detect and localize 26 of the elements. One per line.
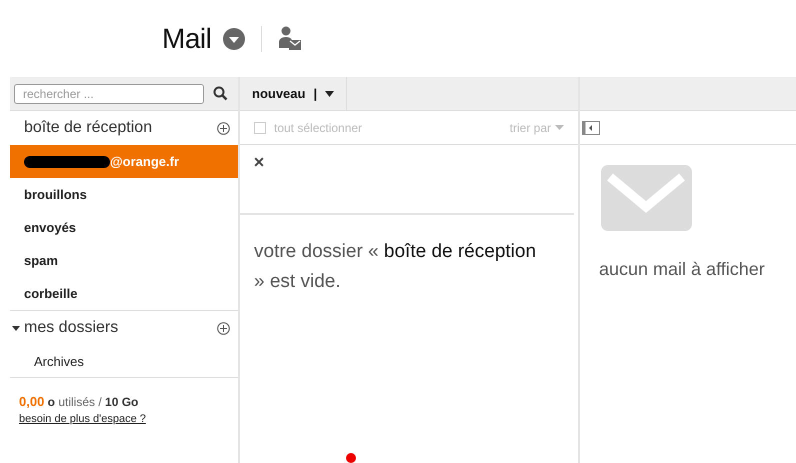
search-icon[interactable]	[213, 86, 228, 101]
more-space-link[interactable]: besoin de plus d'espace ?	[19, 413, 146, 425]
section-title: boîte de réception	[24, 119, 152, 137]
checkbox[interactable]	[254, 122, 266, 134]
app-title: Mail	[162, 22, 212, 54]
status-dot	[346, 453, 356, 463]
add-icon[interactable]	[217, 322, 230, 334]
caret-icon[interactable]	[325, 90, 334, 96]
folder-item[interactable]: envoyés	[10, 211, 238, 244]
storage-text: 0,00 o utilisés / 10 Go	[19, 394, 140, 409]
folder-item[interactable]: brouillons	[10, 178, 238, 211]
add-icon[interactable]	[217, 122, 230, 134]
empty-preview-text: aucun mail à afficher	[598, 259, 766, 280]
folder-item[interactable]: corbeille	[10, 277, 238, 310]
empty-message: votre dossier « boîte de réception » est vide.	[240, 213, 574, 319]
caret-icon	[555, 125, 564, 130]
dropdown-icon[interactable]	[223, 28, 246, 50]
collapse-icon[interactable]	[582, 120, 600, 134]
section-title: mes dossiers	[24, 319, 118, 337]
folder-item[interactable]: spam	[10, 244, 238, 277]
envelope-icon	[601, 165, 692, 231]
folder-item[interactable]: Archives	[10, 345, 238, 377]
user-mail-icon[interactable]	[278, 26, 302, 52]
search-field[interactable]: rechercher ...	[14, 84, 204, 104]
caret-icon[interactable]	[12, 324, 20, 332]
close-button[interactable]: ×	[252, 153, 266, 171]
